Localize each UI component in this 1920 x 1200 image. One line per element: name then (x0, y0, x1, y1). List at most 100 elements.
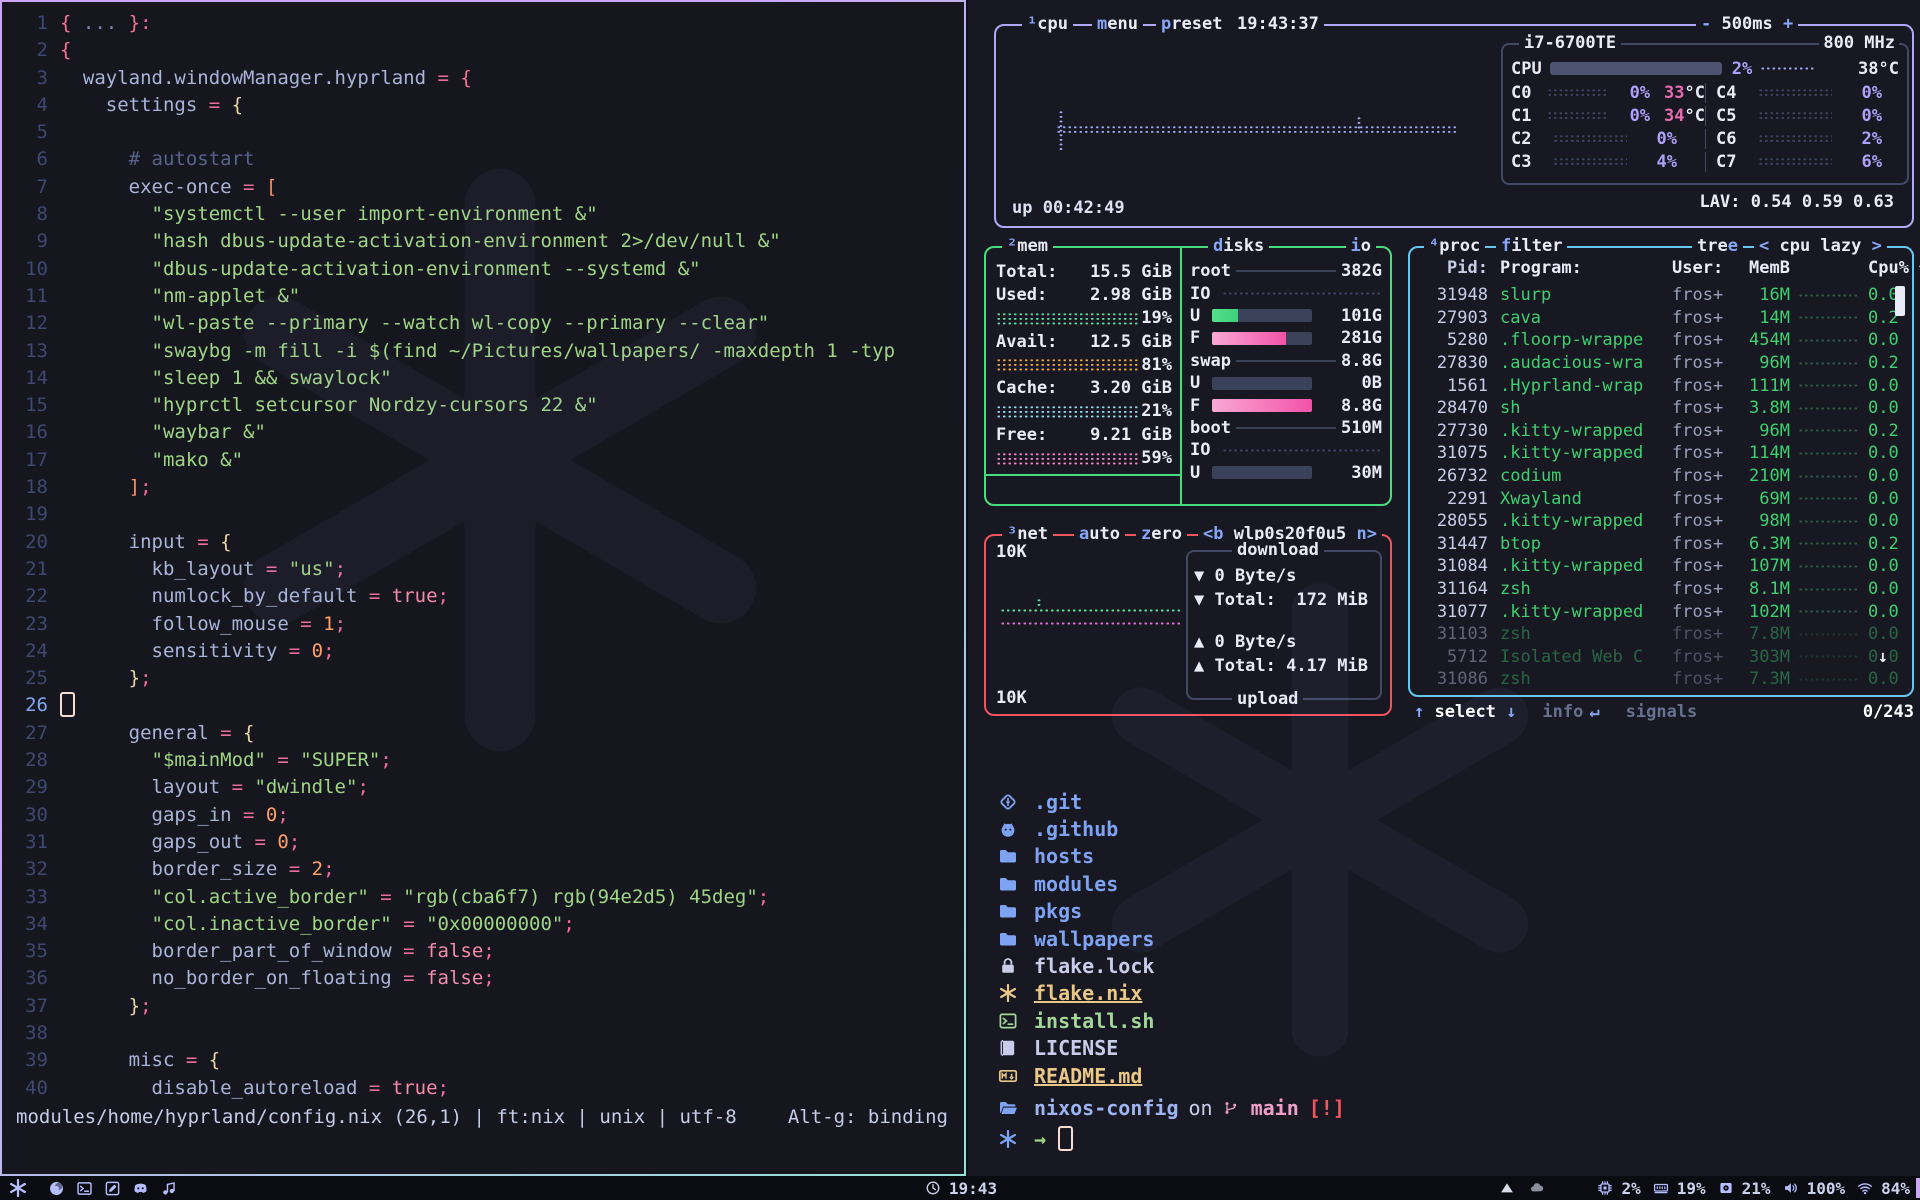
editor-line[interactable]: 10 "dbus-update-activation-environment -… (2, 256, 962, 283)
line-number: 37 (2, 993, 48, 1020)
editor-line[interactable]: 39 misc = { (2, 1047, 962, 1074)
disk-bar-value: 101G (1320, 306, 1382, 326)
line-number: 12 (2, 310, 48, 337)
taskbar-clock[interactable]: 19:43 (0, 1178, 1920, 1198)
editor-line[interactable]: 1{ ... }: (2, 10, 962, 37)
proc-row[interactable]: 27730.kitty-wrappedfros+96M0.2 (1418, 420, 1886, 443)
cpu-frequency: 800 MHz (1819, 33, 1899, 53)
signals-button[interactable]: signals (1626, 702, 1698, 722)
proc-table-header[interactable]: Pid: Program: User: MemB Cpu% ↑ (1418, 258, 1886, 278)
editor-window[interactable]: 1{ ... }:2{3 wayland.windowManager.hyprl… (0, 0, 966, 1176)
menu-button[interactable]: menu (1092, 14, 1143, 34)
editor-line[interactable]: 32 border_size = 2; (2, 856, 962, 883)
editor-line[interactable]: 27 general = { (2, 720, 962, 747)
net-box-title[interactable]: ³net (1002, 524, 1053, 544)
folder-icon (998, 901, 1022, 921)
update-interval-control[interactable]: - 500ms + (1696, 14, 1798, 34)
proc-row[interactable]: 26732codiumfros+210M0.0 (1418, 465, 1886, 488)
disk-bar-value: 8.8G (1320, 396, 1382, 416)
proc-box-title[interactable]: ⁴proc (1424, 236, 1485, 256)
proc-sort-selector[interactable]: < cpu lazy > (1754, 236, 1887, 256)
shell-prompt-input[interactable]: → (998, 1126, 1073, 1151)
editor-line[interactable]: 24 sensitivity = 0; (2, 638, 962, 665)
editor-line[interactable]: 17 "mako &" (2, 447, 962, 474)
editor-line[interactable]: 28 "$mainMod" = "SUPER"; (2, 747, 962, 774)
statusline-file-info: modules/home/hyprland/config.nix (26,1) … (16, 1106, 737, 1128)
editor-line[interactable]: 15 "hyprctl setcursor Nordzy-cursors 22 … (2, 392, 962, 419)
editor-line[interactable]: 2{ (2, 37, 962, 64)
editor-line[interactable]: 11 "nm-applet &" (2, 283, 962, 310)
net-auto-button[interactable]: auto (1074, 524, 1125, 544)
proc-row[interactable]: 31077.kitty-wrappedfros+102M0.0 (1418, 600, 1886, 623)
editor-line[interactable]: 14 "sleep 1 && swaylock" (2, 365, 962, 392)
cpu-core-cell: C76% (1705, 152, 1899, 172)
editor-line[interactable]: 6 # autostart (2, 146, 962, 173)
editor-line[interactable]: 9 "hash dbus-update-activation-environme… (2, 228, 962, 255)
proc-row[interactable]: 31948slurpfros+16M0.0 (1418, 284, 1886, 307)
proc-filter-button[interactable]: filter (1496, 236, 1567, 256)
code-text: kb_layout = "us"; (60, 556, 346, 583)
disk-name: boot (1190, 418, 1231, 438)
editor-line[interactable]: 30 gaps_in = 0; (2, 802, 962, 829)
proc-row[interactable]: 5712Isolated Web Cfros+303M0.0 (1418, 646, 1886, 669)
select-down-key[interactable]: ↓ (1506, 702, 1516, 722)
code-text: layout = "dwindle"; (60, 774, 369, 801)
markdown-icon (998, 1066, 1022, 1086)
editor-line[interactable]: 7 exec-once = [ (2, 174, 962, 201)
file-name: README.md (1034, 1064, 1142, 1088)
proc-row[interactable]: 5280.floorp-wrappefros+454M0.0 (1418, 329, 1886, 352)
editor-line[interactable]: 33 "col.active_border" = "rgb(cba6f7) rg… (2, 884, 962, 911)
editor-line[interactable]: 26 (2, 692, 962, 719)
editor-line[interactable]: 36 no_border_on_floating = false; (2, 965, 962, 992)
proc-row[interactable]: 31075.kitty-wrappedfros+114M0.0 (1418, 442, 1886, 465)
editor-line[interactable]: 31 gaps_out = 0; (2, 829, 962, 856)
proc-row[interactable]: 27903cavafros+14M0.2 (1418, 307, 1886, 330)
file-row: pkgs (998, 898, 1154, 925)
mem-meter-pct: 81% (1141, 355, 1172, 375)
editor-line[interactable]: 23 follow_mouse = 1; (2, 611, 962, 638)
proc-row[interactable]: 31086zshfros+7.3M0.0 (1418, 668, 1886, 691)
cpu-box-title[interactable]: ¹cpu (1022, 14, 1073, 34)
proc-row[interactable]: 28470shfros+3.8M0.0 (1418, 397, 1886, 420)
code-text: border_part_of_window = false; (60, 938, 495, 965)
editor-code-area[interactable]: 1{ ... }:2{3 wayland.windowManager.hyprl… (2, 10, 962, 1102)
info-button[interactable]: info (1542, 702, 1583, 722)
proc-row[interactable]: 31164zshfros+8.1M0.0 (1418, 578, 1886, 601)
proc-tree-button[interactable]: tree (1692, 236, 1743, 256)
editor-line[interactable]: 4 settings = { (2, 92, 962, 119)
proc-row[interactable]: 27830.audacious-wrafros+96M0.2 (1418, 352, 1886, 375)
editor-line[interactable]: 20 input = { (2, 529, 962, 556)
proc-row[interactable]: 31084.kitty-wrappedfros+107M0.0 (1418, 555, 1886, 578)
proc-row[interactable]: 31103zshfros+7.8M0.0 (1418, 623, 1886, 646)
proc-cpu-minigraph (1798, 609, 1860, 614)
editor-line[interactable]: 12 "wl-paste --primary --watch wl-copy -… (2, 310, 962, 337)
proc-scrollbar-thumb[interactable] (1895, 286, 1905, 316)
editor-line[interactable]: 5 (2, 119, 962, 146)
editor-line[interactable]: 29 layout = "dwindle"; (2, 774, 962, 801)
editor-line[interactable]: 22 numlock_by_default = true; (2, 583, 962, 610)
proc-cpu-minigraph (1798, 474, 1860, 479)
editor-line[interactable]: 35 border_part_of_window = false; (2, 938, 962, 965)
editor-line[interactable]: 34 "col.inactive_border" = "0x00000000"; (2, 911, 962, 938)
editor-line[interactable]: 16 "waybar &" (2, 419, 962, 446)
editor-line[interactable]: 8 "systemctl --user import-environment &… (2, 201, 962, 228)
proc-row[interactable]: 1561.Hyprland-wrapfros+111M0.0 (1418, 374, 1886, 397)
mem-stat-value: 12.5 GiB (1090, 332, 1172, 352)
disk-usage-bar (1212, 377, 1312, 390)
proc-row[interactable]: 28055.kitty-wrappedfros+98M0.0 (1418, 510, 1886, 533)
editor-line[interactable]: 19 (2, 501, 962, 528)
editor-line[interactable]: 25 }; (2, 665, 962, 692)
editor-line[interactable]: 3 wayland.windowManager.hyprland = { (2, 65, 962, 92)
editor-line[interactable]: 38 (2, 1020, 962, 1047)
disk-bar-value: 281G (1320, 328, 1382, 348)
editor-line[interactable]: 40 disable_autoreload = true; (2, 1075, 962, 1102)
proc-row[interactable]: 31447btopfros+6.3M0.2 (1418, 533, 1886, 556)
editor-line[interactable]: 21 kb_layout = "us"; (2, 556, 962, 583)
select-up-key[interactable]: ↑ (1414, 702, 1424, 722)
editor-line[interactable]: 37 }; (2, 993, 962, 1020)
editor-line[interactable]: 18 ]; (2, 474, 962, 501)
net-scale-top: 10K (996, 542, 1027, 562)
editor-line[interactable]: 13 "swaybg -m fill -i $(find ~/Pictures/… (2, 338, 962, 365)
net-zero-button[interactable]: zero (1136, 524, 1187, 544)
proc-row[interactable]: 2291Xwaylandfros+69M0.0 (1418, 487, 1886, 510)
